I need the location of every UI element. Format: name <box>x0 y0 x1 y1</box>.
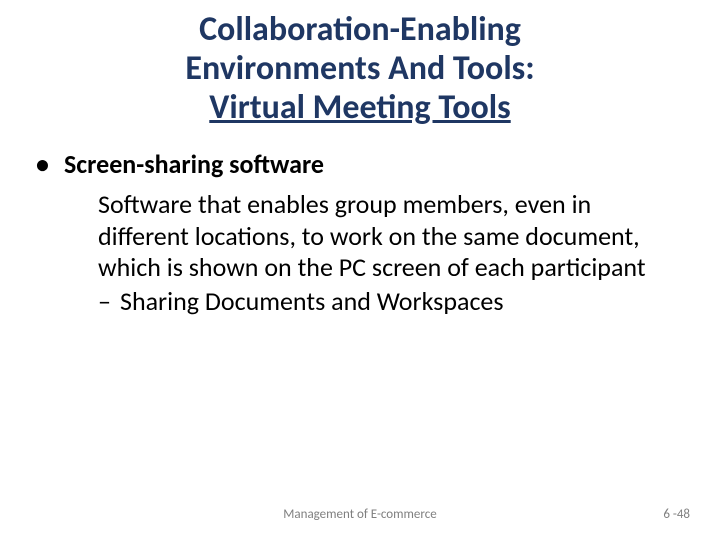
bullet-level-2: – Sharing Documents and Workspaces <box>98 286 684 318</box>
bullet-1-text: Screen-sharing software <box>64 149 324 181</box>
slide: Collaboration-Enabling Environments And … <box>0 0 720 540</box>
slide-body: • Screen-sharing software Software that … <box>0 127 720 318</box>
title-line-2: Environments And Tools: <box>0 49 720 88</box>
title-line-1: Collaboration-Enabling <box>0 10 720 49</box>
dash-marker: – <box>98 286 120 318</box>
description-text: Software that enables group members, eve… <box>98 189 684 284</box>
title-line-3: Virtual Meeting Tools <box>0 88 720 127</box>
slide-title: Collaboration-Enabling Environments And … <box>0 0 720 127</box>
sub-content: Software that enables group members, eve… <box>36 189 684 318</box>
bullet-marker: • <box>36 149 64 181</box>
bullet-level-1: • Screen-sharing software <box>36 149 684 181</box>
slide-number: 6 -48 <box>663 507 690 522</box>
sub-bullet-1-text: Sharing Documents and Workspaces <box>120 286 504 318</box>
footer-center-text: Management of E-commerce <box>0 507 720 522</box>
